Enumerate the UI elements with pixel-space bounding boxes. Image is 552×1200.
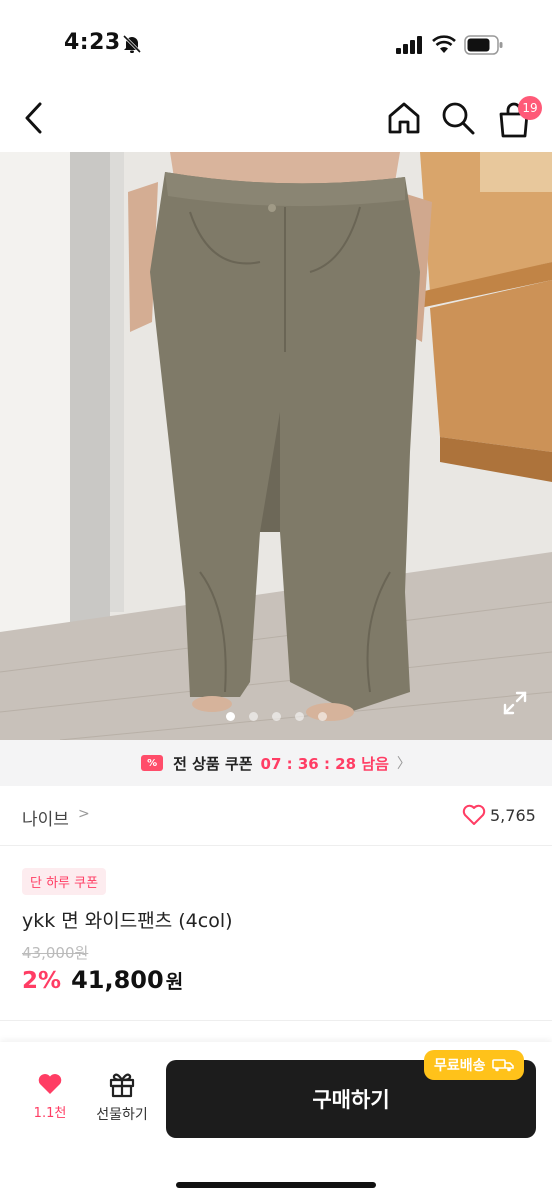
price-row: 2% 41,800 원 [22,966,183,994]
search-icon[interactable] [440,100,476,136]
product-image[interactable] [0,152,552,740]
bell-slash-icon [122,34,142,54]
bottom-action-bar: 1.1천 선물하기 구매하기 무료배송 [0,1042,552,1200]
sale-price: 41,800 [71,966,164,994]
top-nav [0,92,552,150]
original-price: 43,000원 [22,944,89,962]
free-shipping-badge: 무료배송 [424,1050,524,1080]
carousel-dot[interactable] [225,712,235,721]
carousel-dots [0,706,552,725]
battery-icon [464,35,503,55]
chevron-right-icon: 〉 [396,756,411,772]
divider [0,1020,552,1021]
signal-icon [396,36,422,54]
product-title: ykk 면 와이드팬츠 (4col) [22,910,233,932]
brand-row[interactable]: 나이브 > 5,765 [0,786,552,846]
like-count: 1.1천 [33,1106,67,1121]
coupon-timer: 07 : 36 : 28 남음 [260,754,389,773]
currency-unit: 원 [165,971,184,993]
brand-name[interactable]: 나이브 [22,805,69,830]
carousel-dot[interactable] [248,712,258,721]
home-icon[interactable] [386,100,422,136]
brand-like-count: 5,765 [490,806,536,825]
brand-chevron: > [78,806,90,822]
heart-filled-icon [38,1074,62,1094]
expand-icon[interactable] [502,690,528,716]
carousel-dot[interactable] [317,712,327,721]
gift-label: 선물하기 [96,1107,148,1123]
truck-icon [491,1059,514,1072]
promo-badge: 단 하루 쿠폰 [22,868,107,895]
heart-outline-icon[interactable] [462,804,486,826]
coupon-label: 전 상품 쿠폰 [173,754,253,773]
status-bar: 4:23 [0,0,552,90]
home-indicator [176,1182,376,1188]
gift-button[interactable]: 선물하기 [86,1070,158,1124]
status-time: 4:23 [64,30,121,55]
back-arrow-icon[interactable] [18,98,50,138]
coupon-icon: % [141,755,164,771]
discount-rate: 2% [22,968,62,994]
carousel-dot[interactable] [294,712,304,721]
coupon-banner[interactable]: % 전 상품 쿠폰 07 : 36 : 28 남음 〉 [0,740,552,786]
like-button[interactable]: 1.1천 [24,1072,76,1121]
wifi-icon [432,35,456,53]
cart-count-badge: 19 [518,96,542,120]
gift-icon [109,1073,135,1098]
free-shipping-label: 무료배송 [434,1058,486,1074]
carousel-dot[interactable] [271,712,281,721]
